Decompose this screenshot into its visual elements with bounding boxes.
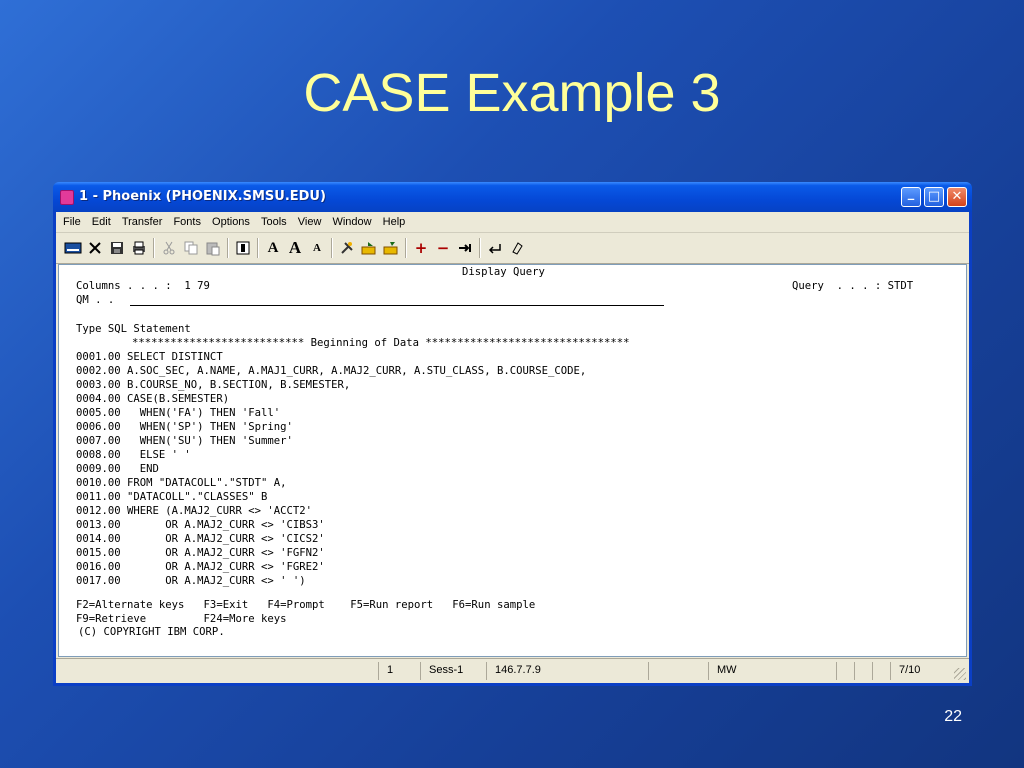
status-cell	[854, 662, 872, 680]
tab-icon[interactable]	[454, 237, 476, 259]
terminal-screen[interactable]: Display Query Columns . . . : 1 79 Query…	[58, 264, 967, 657]
paste-icon[interactable]	[202, 237, 224, 259]
menu-help[interactable]: Help	[380, 212, 411, 228]
tools-icon[interactable]	[336, 237, 358, 259]
sql-line[interactable]: 0015.00 OR A.MAJ2_CURR <> 'FGFN2'	[76, 546, 325, 560]
status-cell	[648, 662, 708, 680]
sql-line[interactable]: 0012.00 WHERE (A.MAJ2_CURR <> 'ACCT2'	[76, 504, 312, 518]
status-mode: MW	[708, 662, 836, 680]
qm-input-underline[interactable]	[130, 305, 664, 306]
sql-line[interactable]: 0007.00 WHEN('SU') THEN 'Summer'	[76, 434, 293, 448]
maximize-button[interactable]: □	[924, 187, 944, 207]
screen-title: Display Query	[462, 266, 545, 278]
status-cell	[836, 662, 854, 680]
function-keys-row-2: F9=Retrieve F24=More keys	[76, 613, 287, 625]
keyboard-icon[interactable]	[62, 237, 84, 259]
close-icon: ✕	[951, 189, 963, 204]
status-session-number: 1	[378, 662, 420, 680]
function-keys-row-1: F2=Alternate keys F3=Exit F4=Prompt F5=R…	[76, 599, 536, 611]
sql-line[interactable]: 0006.00 WHEN('SP') THEN 'Spring'	[76, 420, 293, 434]
columns-label: Columns . . . : 1 79	[76, 280, 210, 292]
font-icon[interactable]: A	[262, 237, 284, 259]
send-icon[interactable]	[358, 237, 380, 259]
sql-line[interactable]: 0002.00 A.SOC_SEC, A.NAME, A.MAJ1_CURR, …	[76, 364, 586, 378]
menu-tools[interactable]: Tools	[258, 212, 292, 228]
menu-options[interactable]: Options	[209, 212, 255, 228]
enter-icon[interactable]	[484, 237, 506, 259]
menu-fonts[interactable]: Fonts	[170, 212, 206, 228]
receive-icon[interactable]	[380, 237, 402, 259]
app-icon	[60, 190, 74, 205]
qm-label: QM . .	[76, 294, 115, 306]
slide-number: 22	[944, 708, 962, 725]
sql-line[interactable]: 0010.00 FROM "DATACOLL"."STDT" A,	[76, 476, 286, 490]
close-button[interactable]: ✕	[947, 187, 967, 207]
maximize-icon: □	[927, 189, 941, 204]
resize-grip-icon[interactable]	[954, 668, 966, 680]
status-session-name: Sess-1	[420, 662, 486, 680]
title-bar[interactable]: 1 - Phoenix (PHOENIX.SMSU.EDU) _ □ ✕	[53, 182, 972, 212]
copy-icon[interactable]	[180, 237, 202, 259]
minimize-icon: _	[907, 186, 915, 201]
save-icon[interactable]	[106, 237, 128, 259]
sql-line[interactable]: 0008.00 ELSE ' '	[76, 448, 191, 462]
print-icon[interactable]	[128, 237, 150, 259]
font-larger-icon[interactable]: A	[284, 237, 306, 259]
sql-line[interactable]: 0005.00 WHEN('FA') THEN 'Fall'	[76, 406, 280, 420]
select-icon[interactable]	[232, 237, 254, 259]
beginning-of-data: *************************** Beginning of…	[132, 337, 630, 349]
terminal-window: 1 - Phoenix (PHOENIX.SMSU.EDU) _ □ ✕ Fil…	[53, 182, 972, 686]
minimize-button[interactable]: _	[901, 186, 921, 207]
menu-edit[interactable]: Edit	[89, 212, 116, 228]
sql-line[interactable]: 0004.00 CASE(B.SEMESTER)	[76, 392, 229, 406]
status-cursor-position: 7/10	[890, 662, 950, 680]
sql-line[interactable]: 0017.00 OR A.MAJ2_CURR <> ' ')	[76, 574, 306, 588]
disconnect-icon[interactable]	[84, 237, 106, 259]
cut-icon[interactable]	[158, 237, 180, 259]
font-smaller-icon[interactable]: A	[306, 237, 328, 259]
plus-icon[interactable]: +	[410, 237, 432, 259]
window-title: 1 - Phoenix (PHOENIX.SMSU.EDU)	[79, 189, 326, 204]
type-sql-label: Type SQL Statement	[76, 323, 191, 335]
menu-file[interactable]: File	[60, 212, 86, 228]
menu-bar: File Edit Transfer Fonts Options Tools V…	[56, 212, 969, 233]
menu-window[interactable]: Window	[329, 212, 376, 228]
sql-line[interactable]: 0001.00 SELECT DISTINCT	[76, 350, 223, 364]
erase-icon[interactable]	[506, 237, 528, 259]
status-bar: 1 Sess-1 146.7.7.9 MW 7/10	[56, 658, 969, 683]
sql-line[interactable]: 0016.00 OR A.MAJ2_CURR <> 'FGRE2'	[76, 560, 325, 574]
toolbar: A A A + −	[56, 233, 969, 264]
sql-line[interactable]: 0011.00 "DATACOLL"."CLASSES" B	[76, 490, 267, 504]
copyright-text: (C) COPYRIGHT IBM CORP.	[78, 626, 225, 638]
status-cell	[872, 662, 890, 680]
sql-line[interactable]: 0003.00 B.COURSE_NO, B.SECTION, B.SEMEST…	[76, 378, 350, 392]
sql-line[interactable]: 0009.00 END	[76, 462, 159, 476]
query-label: Query . . . : STDT	[792, 280, 914, 292]
slide-title: CASE Example 3	[303, 63, 721, 123]
sql-line[interactable]: 0014.00 OR A.MAJ2_CURR <> 'CICS2'	[76, 532, 325, 546]
menu-transfer[interactable]: Transfer	[119, 212, 168, 228]
menu-view[interactable]: View	[295, 212, 327, 228]
status-ip-address: 146.7.7.9	[486, 662, 648, 680]
sql-line[interactable]: 0013.00 OR A.MAJ2_CURR <> 'CIBS3'	[76, 518, 325, 532]
minus-icon[interactable]: −	[432, 237, 454, 259]
